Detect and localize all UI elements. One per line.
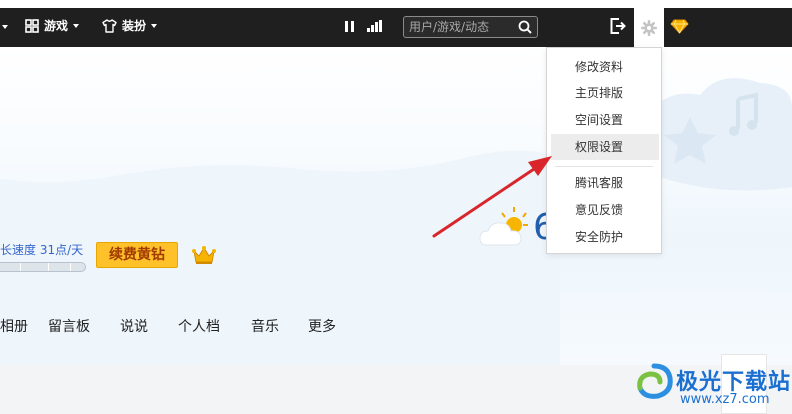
chevron-down-icon (73, 24, 80, 28)
tab-message-board[interactable]: 留言板 (48, 316, 90, 336)
signal-bars-icon[interactable] (367, 20, 383, 32)
cover-banner (0, 47, 792, 365)
search-box[interactable] (403, 16, 538, 38)
tab-profile[interactable]: 个人档 (178, 316, 220, 336)
menu-item-permission-settings[interactable]: 权限设置 (551, 134, 659, 160)
settings-button[interactable] (634, 8, 664, 47)
progress-segment-divider (48, 263, 49, 271)
tab-album[interactable]: 相册 (0, 316, 28, 336)
logout-icon[interactable] (610, 18, 627, 34)
crown-icon[interactable] (192, 245, 216, 265)
diamond-vip-icon[interactable] (670, 19, 689, 34)
level-progress-bar (0, 262, 86, 272)
tshirt-icon (102, 19, 117, 33)
menu-divider (555, 166, 653, 167)
games-label: 游戏 (44, 19, 69, 33)
top-nav-bar: 游戏 装扮 (0, 0, 792, 47)
settings-dropdown-menu: 修改资料 主页排版 空间设置 权限设置 腾讯客服 意见反馈 安全防护 (546, 47, 662, 254)
tab-more[interactable]: 更多 (308, 316, 336, 336)
watermark-url: www.xz7.com (680, 392, 770, 407)
weather-partly-cloudy-icon (479, 207, 528, 246)
menu-item-space-settings[interactable]: 空间设置 (547, 107, 661, 133)
pause-icon[interactable] (345, 21, 354, 32)
menu-item-tencent-support[interactable]: 腾讯客服 (547, 170, 661, 196)
watermark-logo (637, 363, 673, 399)
search-icon[interactable] (518, 20, 532, 34)
chevron-down-icon[interactable] (2, 25, 8, 29)
menu-item-security[interactable]: 安全防护 (547, 224, 661, 250)
gear-icon (641, 20, 657, 36)
progress-segment-divider (70, 263, 71, 271)
menu-item-homepage-layout[interactable]: 主页排版 (547, 80, 661, 106)
grid-apps-icon (25, 19, 39, 33)
tab-shuoshuo[interactable]: 说说 (120, 316, 148, 336)
menu-item-feedback[interactable]: 意见反馈 (547, 197, 661, 223)
cloud-decoration (0, 78, 792, 365)
chevron-down-icon (151, 24, 158, 28)
renew-yellow-diamond-button[interactable]: 续费黄钻 (96, 242, 178, 268)
search-input[interactable] (404, 17, 517, 37)
top-white-strip (0, 0, 792, 8)
growth-speed-text: 长速度 31点/天 (0, 243, 84, 257)
games-menu[interactable]: 游戏 (25, 18, 80, 34)
dressup-menu[interactable]: 装扮 (102, 18, 158, 34)
progress-segment-divider (20, 263, 21, 271)
tab-music[interactable]: 音乐 (251, 316, 279, 336)
dressup-label: 装扮 (122, 19, 147, 33)
menu-item-edit-profile[interactable]: 修改资料 (547, 54, 661, 80)
